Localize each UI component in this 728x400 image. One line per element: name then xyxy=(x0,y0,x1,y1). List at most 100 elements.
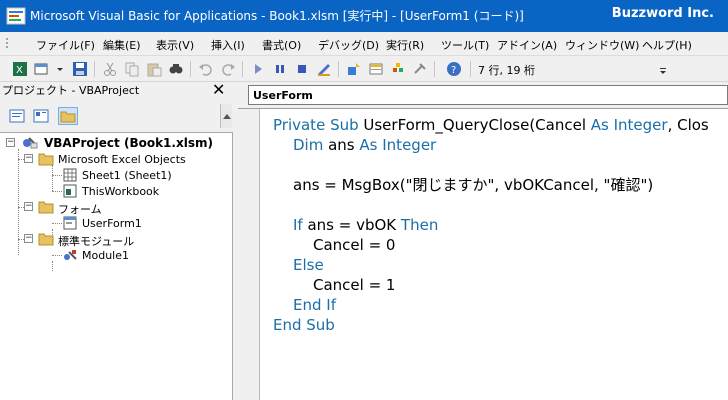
brand-label: Buzzword Inc. xyxy=(611,6,714,21)
menu-file[interactable]: ファイル(F) xyxy=(36,37,95,53)
code-line[interactable]: Private Sub UserForm_QueryClose(Cancel A… xyxy=(273,115,709,135)
menu-window[interactable]: ウィンドウ(W) xyxy=(565,37,639,53)
tree-node-sheet1[interactable]: Sheet1 (Sheet1) xyxy=(82,169,172,182)
project-pane-title: プロジェクト - VBAProject xyxy=(2,84,140,97)
tree-node-modules[interactable]: 標準モジュール xyxy=(58,233,134,249)
userform-icon xyxy=(63,216,77,230)
redo-icon[interactable] xyxy=(220,61,236,77)
menu-help[interactable]: ヘルプ(H) xyxy=(642,37,692,53)
module-icon xyxy=(64,250,77,260)
title-bar: Microsoft Visual Basic for Applications … xyxy=(0,0,728,32)
worksheet-icon xyxy=(63,168,77,182)
toolbar-separator xyxy=(338,61,339,77)
design-mode-icon[interactable] xyxy=(316,61,332,77)
save-icon[interactable] xyxy=(72,61,88,77)
code-text: ans xyxy=(328,136,360,154)
toolbar-separator xyxy=(190,61,191,77)
toolbar-separator xyxy=(242,61,243,77)
tree-connector xyxy=(52,191,62,192)
object-combobox[interactable]: UserForm xyxy=(248,85,728,105)
project-tree: − VBAProject (Book1.xlsm) − Microsoft Ex… xyxy=(0,132,233,400)
tree-connector xyxy=(52,255,62,256)
code-line[interactable]: ans = MsgBox("閉じますか", vbOKCancel, "確認") xyxy=(293,175,653,195)
insert-userform-icon[interactable] xyxy=(34,61,50,77)
run-icon[interactable] xyxy=(250,61,266,77)
collapse-toggle[interactable]: − xyxy=(6,138,15,147)
code-line[interactable]: Else xyxy=(293,255,324,275)
menu-addins[interactable]: アドイン(A) xyxy=(497,37,557,53)
workbook-icon xyxy=(63,184,77,198)
tree-connector xyxy=(52,175,62,176)
code-margin[interactable] xyxy=(238,109,260,400)
toolbox-icon[interactable] xyxy=(412,61,428,77)
code-keyword: As Integer xyxy=(359,136,437,154)
folder-icon xyxy=(38,201,54,214)
undo-icon[interactable] xyxy=(198,61,214,77)
tree-connector xyxy=(52,223,62,224)
menu-view[interactable]: 表示(V) xyxy=(156,37,194,53)
svg-text:?: ? xyxy=(451,65,456,76)
collapse-toggle[interactable]: − xyxy=(24,234,33,243)
code-line[interactable]: Cancel = 1 xyxy=(313,275,395,295)
code-text: Cancel = 0 xyxy=(313,236,396,254)
svg-text:X: X xyxy=(16,65,23,76)
excel-icon[interactable]: X xyxy=(12,61,28,77)
collapse-toggle[interactable]: − xyxy=(24,154,33,163)
toggle-folders-button[interactable] xyxy=(58,107,78,125)
code-line[interactable]: Dim ans As Integer xyxy=(293,135,436,155)
vbaproject-icon xyxy=(23,137,38,149)
code-line[interactable]: End Sub xyxy=(273,315,335,335)
view-object-icon[interactable] xyxy=(32,108,50,124)
copy-icon[interactable] xyxy=(124,61,140,77)
project-explorer-icon[interactable] xyxy=(346,61,362,77)
code-text: , Clos xyxy=(667,116,709,134)
menu-edit[interactable]: 編集(E) xyxy=(103,37,141,53)
scroll-up-button[interactable] xyxy=(220,104,232,128)
code-line[interactable]: End If xyxy=(293,295,336,315)
menu-insert[interactable]: 挿入(I) xyxy=(211,37,245,53)
pause-icon[interactable] xyxy=(272,61,288,77)
object-combobox-value: UserForm xyxy=(253,89,313,102)
tree-node-userform1[interactable]: UserForm1 xyxy=(82,217,142,230)
close-icon[interactable]: ✕ xyxy=(212,82,225,98)
collapse-toggle[interactable]: − xyxy=(24,202,33,211)
code-line[interactable]: Cancel = 0 xyxy=(313,235,395,255)
tree-node-thisworkbook[interactable]: ThisWorkbook xyxy=(82,185,159,198)
code-text: ans = vbOK xyxy=(307,216,401,234)
code-editor[interactable]: Private Sub UserForm_QueryClose(Cancel A… xyxy=(238,108,728,400)
toolbar-separator xyxy=(434,61,435,77)
code-text: Cancel = 1 xyxy=(313,276,396,294)
object-browser-icon[interactable] xyxy=(390,61,406,77)
properties-window-icon[interactable] xyxy=(368,61,384,77)
menu-format[interactable]: 書式(O) xyxy=(262,37,301,53)
toolbar-separator xyxy=(470,61,471,77)
code-keyword: End If xyxy=(293,296,336,314)
menu-tools[interactable]: ツール(T) xyxy=(441,37,489,53)
vba-app-icon xyxy=(6,7,26,25)
code-text: UserForm_QueryClose(Cancel xyxy=(363,116,591,134)
code-keyword: Then xyxy=(400,216,439,234)
toolbar-separator xyxy=(94,61,95,77)
reset-icon[interactable] xyxy=(294,61,310,77)
tree-node-module1[interactable]: Module1 xyxy=(82,249,129,262)
find-icon[interactable] xyxy=(168,61,184,77)
paste-icon[interactable] xyxy=(146,61,162,77)
tree-node-forms[interactable]: フォーム xyxy=(58,201,102,217)
folder-icon xyxy=(60,111,76,123)
project-explorer: プロジェクト - VBAProject ✕ − VBAProject (Book… xyxy=(0,82,233,400)
help-icon[interactable]: ? xyxy=(446,61,462,77)
tree-node-excel-objects[interactable]: Microsoft Excel Objects xyxy=(58,153,186,166)
code-keyword: End Sub xyxy=(273,316,335,334)
dropdown-arrow-icon[interactable] xyxy=(56,61,64,77)
code-line[interactable]: If ans = vbOK Then xyxy=(293,215,438,235)
view-code-icon[interactable] xyxy=(8,108,26,124)
toolbar-options-icon[interactable] xyxy=(658,61,668,77)
cut-icon[interactable] xyxy=(102,61,118,77)
menu-debug[interactable]: デバッグ(D) xyxy=(318,37,379,53)
window-title: Microsoft Visual Basic for Applications … xyxy=(30,9,524,23)
arrow-up-icon xyxy=(223,114,231,119)
tree-node-vbaproject[interactable]: VBAProject (Book1.xlsm) xyxy=(44,136,213,150)
code-text: ans = MsgBox("閉じますか", vbOKCancel, "確認") xyxy=(293,176,654,194)
menu-grip-icon xyxy=(6,38,8,48)
menu-run[interactable]: 実行(R) xyxy=(386,37,424,53)
